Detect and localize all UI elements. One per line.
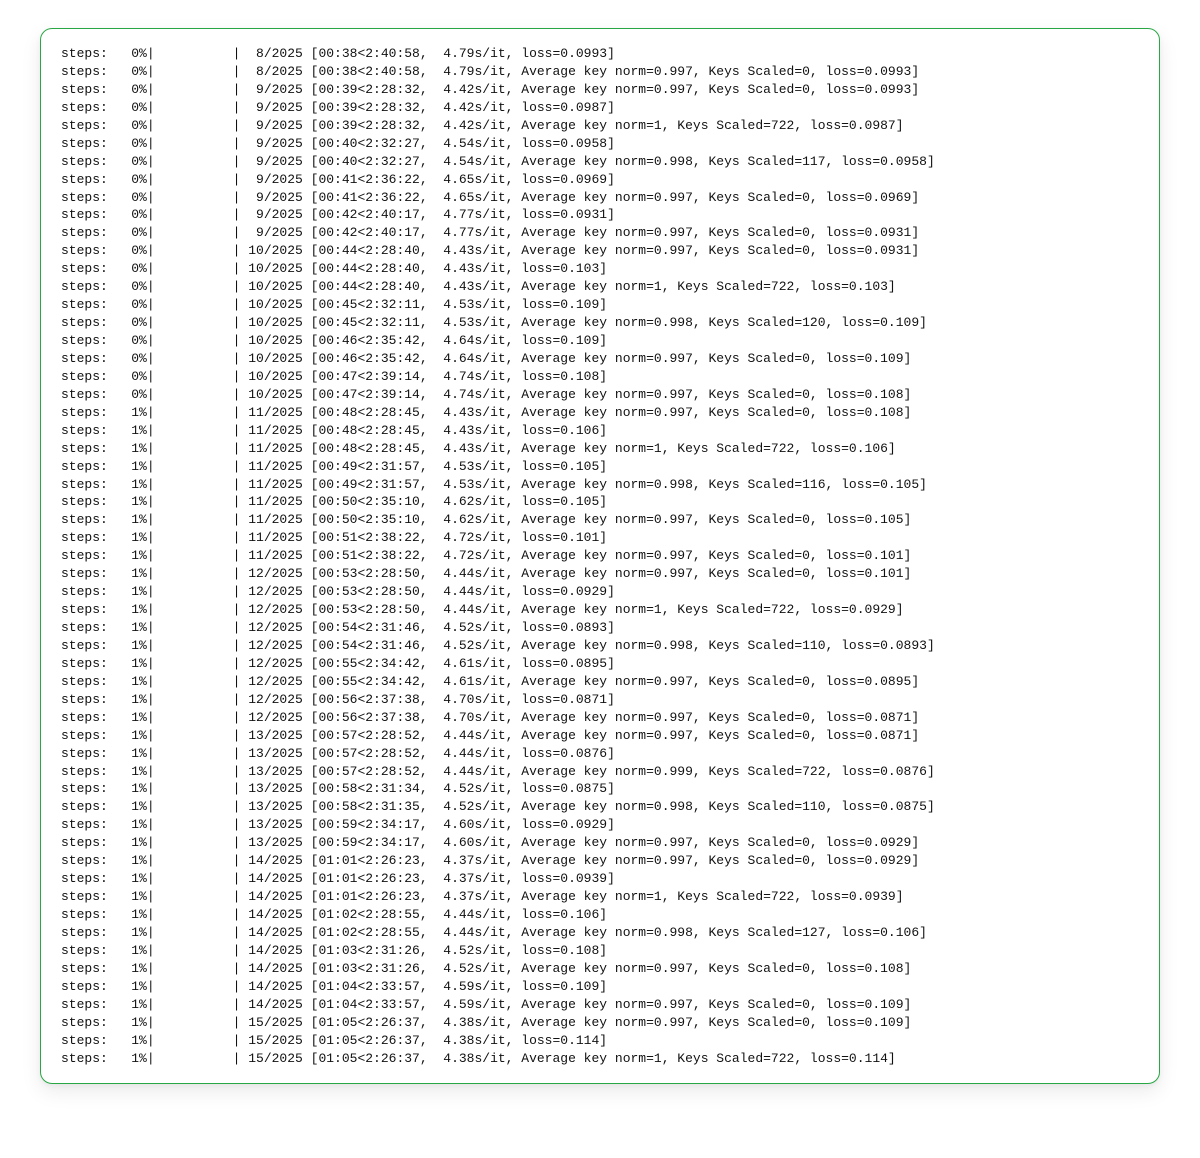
log-line: steps: 1%| | 15/2025 [01:05<2:26:37, 4.3… <box>61 1014 1139 1032</box>
log-line: steps: 1%| | 14/2025 [01:01<2:26:23, 4.3… <box>61 852 1139 870</box>
log-line: steps: 0%| | 10/2025 [00:46<2:35:42, 4.6… <box>61 350 1139 368</box>
log-line: steps: 0%| | 10/2025 [00:47<2:39:14, 4.7… <box>61 386 1139 404</box>
log-line: steps: 0%| | 9/2025 [00:42<2:40:17, 4.77… <box>61 224 1139 242</box>
log-line: steps: 1%| | 11/2025 [00:48<2:28:45, 4.4… <box>61 404 1139 422</box>
log-line: steps: 1%| | 12/2025 [00:56<2:37:38, 4.7… <box>61 691 1139 709</box>
log-line: steps: 1%| | 11/2025 [00:50<2:35:10, 4.6… <box>61 511 1139 529</box>
log-line: steps: 1%| | 14/2025 [01:01<2:26:23, 4.3… <box>61 870 1139 888</box>
log-line: steps: 1%| | 13/2025 [00:59<2:34:17, 4.6… <box>61 834 1139 852</box>
log-line: steps: 1%| | 14/2025 [01:01<2:26:23, 4.3… <box>61 888 1139 906</box>
log-line: steps: 0%| | 9/2025 [00:39<2:28:32, 4.42… <box>61 117 1139 135</box>
log-line: steps: 0%| | 10/2025 [00:46<2:35:42, 4.6… <box>61 332 1139 350</box>
log-line: steps: 0%| | 8/2025 [00:38<2:40:58, 4.79… <box>61 63 1139 81</box>
log-line: steps: 0%| | 10/2025 [00:47<2:39:14, 4.7… <box>61 368 1139 386</box>
log-line: steps: 1%| | 11/2025 [00:48<2:28:45, 4.4… <box>61 422 1139 440</box>
log-line: steps: 1%| | 14/2025 [01:02<2:28:55, 4.4… <box>61 924 1139 942</box>
log-line: steps: 1%| | 13/2025 [00:59<2:34:17, 4.6… <box>61 816 1139 834</box>
log-line: steps: 1%| | 15/2025 [01:05<2:26:37, 4.3… <box>61 1050 1139 1068</box>
log-line: steps: 1%| | 11/2025 [00:51<2:38:22, 4.7… <box>61 529 1139 547</box>
log-line: steps: 1%| | 13/2025 [00:58<2:31:35, 4.5… <box>61 798 1139 816</box>
log-line: steps: 1%| | 11/2025 [00:49<2:31:57, 4.5… <box>61 476 1139 494</box>
log-line: steps: 0%| | 8/2025 [00:38<2:40:58, 4.79… <box>61 45 1139 63</box>
log-line: steps: 0%| | 9/2025 [00:42<2:40:17, 4.77… <box>61 206 1139 224</box>
log-line: steps: 1%| | 13/2025 [00:57<2:28:52, 4.4… <box>61 763 1139 781</box>
log-line: steps: 1%| | 12/2025 [00:55<2:34:42, 4.6… <box>61 655 1139 673</box>
log-line: steps: 1%| | 14/2025 [01:04<2:33:57, 4.5… <box>61 978 1139 996</box>
log-line: steps: 1%| | 14/2025 [01:04<2:33:57, 4.5… <box>61 996 1139 1014</box>
log-line: steps: 1%| | 12/2025 [00:55<2:34:42, 4.6… <box>61 673 1139 691</box>
log-line: steps: 0%| | 9/2025 [00:41<2:36:22, 4.65… <box>61 171 1139 189</box>
log-line: steps: 1%| | 14/2025 [01:02<2:28:55, 4.4… <box>61 906 1139 924</box>
log-line: steps: 1%| | 11/2025 [00:48<2:28:45, 4.4… <box>61 440 1139 458</box>
log-line: steps: 1%| | 12/2025 [00:53<2:28:50, 4.4… <box>61 565 1139 583</box>
log-line: steps: 0%| | 9/2025 [00:40<2:32:27, 4.54… <box>61 153 1139 171</box>
log-line: steps: 1%| | 12/2025 [00:54<2:31:46, 4.5… <box>61 637 1139 655</box>
log-line: steps: 0%| | 9/2025 [00:41<2:36:22, 4.65… <box>61 189 1139 207</box>
log-line: steps: 1%| | 13/2025 [00:57<2:28:52, 4.4… <box>61 745 1139 763</box>
log-line: steps: 1%| | 15/2025 [01:05<2:26:37, 4.3… <box>61 1032 1139 1050</box>
log-line: steps: 1%| | 14/2025 [01:03<2:31:26, 4.5… <box>61 942 1139 960</box>
log-line: steps: 0%| | 10/2025 [00:44<2:28:40, 4.4… <box>61 242 1139 260</box>
log-line: steps: 0%| | 10/2025 [00:44<2:28:40, 4.4… <box>61 260 1139 278</box>
log-line: steps: 1%| | 14/2025 [01:03<2:31:26, 4.5… <box>61 960 1139 978</box>
terminal-log: steps: 0%| | 8/2025 [00:38<2:40:58, 4.79… <box>61 45 1139 1067</box>
log-line: steps: 0%| | 9/2025 [00:39<2:28:32, 4.42… <box>61 99 1139 117</box>
log-line: steps: 1%| | 11/2025 [00:50<2:35:10, 4.6… <box>61 493 1139 511</box>
log-line: steps: 0%| | 10/2025 [00:45<2:32:11, 4.5… <box>61 314 1139 332</box>
log-line: steps: 0%| | 10/2025 [00:44<2:28:40, 4.4… <box>61 278 1139 296</box>
log-line: steps: 1%| | 12/2025 [00:56<2:37:38, 4.7… <box>61 709 1139 727</box>
log-line: steps: 1%| | 13/2025 [00:58<2:31:34, 4.5… <box>61 780 1139 798</box>
log-line: steps: 1%| | 13/2025 [00:57<2:28:52, 4.4… <box>61 727 1139 745</box>
log-line: steps: 1%| | 12/2025 [00:54<2:31:46, 4.5… <box>61 619 1139 637</box>
log-line: steps: 1%| | 11/2025 [00:49<2:31:57, 4.5… <box>61 458 1139 476</box>
log-line: steps: 0%| | 9/2025 [00:40<2:32:27, 4.54… <box>61 135 1139 153</box>
output-panel: steps: 0%| | 8/2025 [00:38<2:40:58, 4.79… <box>40 28 1160 1084</box>
log-line: steps: 0%| | 9/2025 [00:39<2:28:32, 4.42… <box>61 81 1139 99</box>
log-line: steps: 1%| | 12/2025 [00:53<2:28:50, 4.4… <box>61 601 1139 619</box>
log-line: steps: 0%| | 10/2025 [00:45<2:32:11, 4.5… <box>61 296 1139 314</box>
log-line: steps: 1%| | 12/2025 [00:53<2:28:50, 4.4… <box>61 583 1139 601</box>
log-line: steps: 1%| | 11/2025 [00:51<2:38:22, 4.7… <box>61 547 1139 565</box>
